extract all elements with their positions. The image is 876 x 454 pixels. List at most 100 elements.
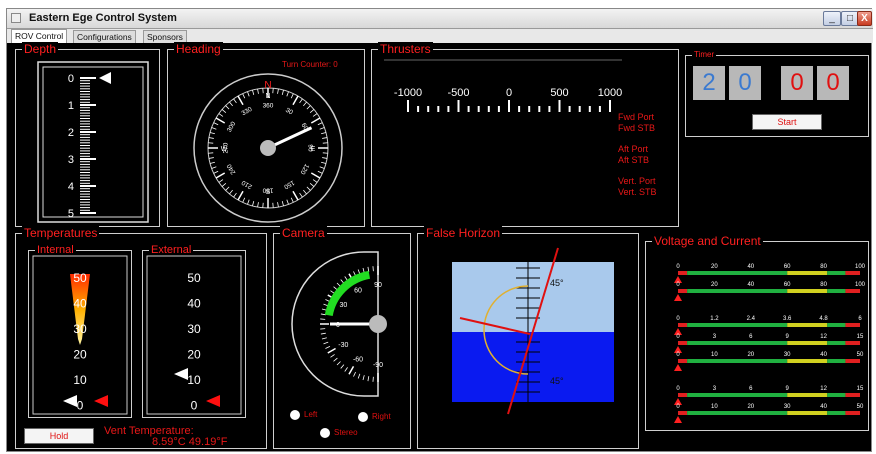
compass-tick [306,186,311,191]
camera-dial-label: 30 [339,302,347,309]
gauge-band [845,289,860,293]
compass-tick [233,192,237,198]
voltage-current-gauges: 0 20 40 60 80 1000 20 40 60 80 1000 1.2 2.4 3.6 4.8 60 3… [674,264,866,423]
gauge-tick-label: 10 [711,352,718,358]
camera-needle-hub [369,315,387,333]
thruster-scale-label: 500 [550,87,568,99]
tab-configurations[interactable]: Configurations [73,30,136,43]
gauge-tick-label: 60 [784,264,791,270]
gauge-tick-label: 2.4 [747,316,756,322]
camera-dial-label: 90 [374,282,382,289]
compass-tick [322,137,328,139]
compass-tick [211,166,217,169]
timer-digit: 0 [817,66,849,100]
gauge-band [787,323,828,327]
compass-tick [299,98,303,104]
gauge-tick-label: 12 [820,334,827,340]
external-temp-tick-label: 10 [187,373,201,387]
minimize-button[interactable]: _ [823,11,841,26]
gauge-tick-label: 50 [857,352,864,358]
compass-degree-label: 360 [263,103,274,110]
depth-tick-label: 5 [68,208,74,220]
compass-tick [237,190,244,201]
depth-gauge-inner-frame [42,66,144,218]
camera-dial-tick [320,332,326,335]
camera-stereo-label: Stereo [334,428,358,437]
camera-dial-tick [340,364,345,369]
camera-dial-label: -60 [353,357,363,364]
false-horizon-panel: False Horizon 45° 45° [417,226,639,449]
gauge-band [687,289,788,293]
compass-tick [213,170,219,174]
compass-tick [286,91,289,97]
internal-temp-tick-label: 0 [77,399,84,413]
gauge-pointer [674,294,682,301]
compass-tick [292,95,299,106]
compass-tick [292,190,299,201]
compass-tick [290,197,294,203]
camera-dial-tick [336,361,341,366]
camera-dial-tick [344,367,348,372]
internal-temp-tick-label: 10 [73,373,87,387]
gauge-band [827,359,846,363]
gauge-band [687,341,788,345]
compass-tick [303,189,307,195]
gauge-tick-label: 60 [784,282,791,288]
title-bar: Eastern Ege Control System _ □ X [7,9,873,29]
compass-tick [229,189,233,195]
tab-rov-control[interactable]: ROV Control [11,29,68,43]
cardinal-w: W [221,146,228,153]
gauge-tick-label: 3.6 [783,316,792,322]
close-button[interactable]: X [857,11,872,26]
depth-tick-label: 0 [68,73,74,85]
depth-tick-label: 1 [68,100,74,112]
compass-tick [252,201,255,207]
thruster-fwd-stb: Fwd STB [618,123,656,133]
gauge-band [845,341,860,345]
thruster-scale-label: 1000 [598,87,622,99]
compass: 360306090120150180210240270300330 N N E … [193,73,343,223]
camera-right-label: Right [372,412,391,421]
compass-tick [281,201,284,207]
compass-degree-label: 150 [282,179,295,191]
gauge-tick-label: 9 [786,386,790,392]
gauge-tick-label: 40 [820,352,827,358]
camera-dial-tick [327,347,336,354]
hold-button[interactable]: Hold [24,428,94,444]
compass-tick [229,101,233,107]
compass-tick [299,192,303,198]
compass-tick [309,183,315,187]
gauge-band [845,271,860,275]
camera-dial-tick [367,376,370,382]
compass-tick [221,109,227,113]
compass-tick [211,127,217,130]
gauge-band [678,341,688,345]
gauge-tick-label: 30 [784,352,791,358]
gauge-tick-label: 6 [749,386,753,392]
compass-tick [225,186,230,191]
depth-tick-label: 2 [68,127,74,139]
vent-temp-value: 8.59°C 49.19°F [152,436,228,448]
compass-tick [310,117,321,124]
gauge-band [687,393,788,397]
gauge-band [678,359,688,363]
camera-stereo-radio[interactable] [320,428,330,438]
compass-tick [247,199,250,205]
gauge-band [827,341,846,345]
compass-tick [257,88,259,94]
camera-left-radio[interactable] [290,410,300,420]
start-button[interactable]: Start [752,114,822,130]
gauge-tick-label: 15 [857,386,864,392]
gauge-tick-label: 50 [857,404,864,410]
thruster-scale-label: -500 [447,87,469,99]
compass-tick [312,113,318,117]
compass-tick [310,172,321,179]
compass-tick [277,88,279,94]
camera-right-radio[interactable] [358,412,368,422]
thruster-fwd-port: Fwd Port [618,112,655,122]
compass-tick [208,137,214,139]
window-title: Eastern Ege Control System [29,12,177,24]
tab-bar: ROV Control Configurations Sponsors [7,29,873,43]
gauge-tick-label: 0 [676,316,680,322]
camera-angle-arc [324,270,371,317]
